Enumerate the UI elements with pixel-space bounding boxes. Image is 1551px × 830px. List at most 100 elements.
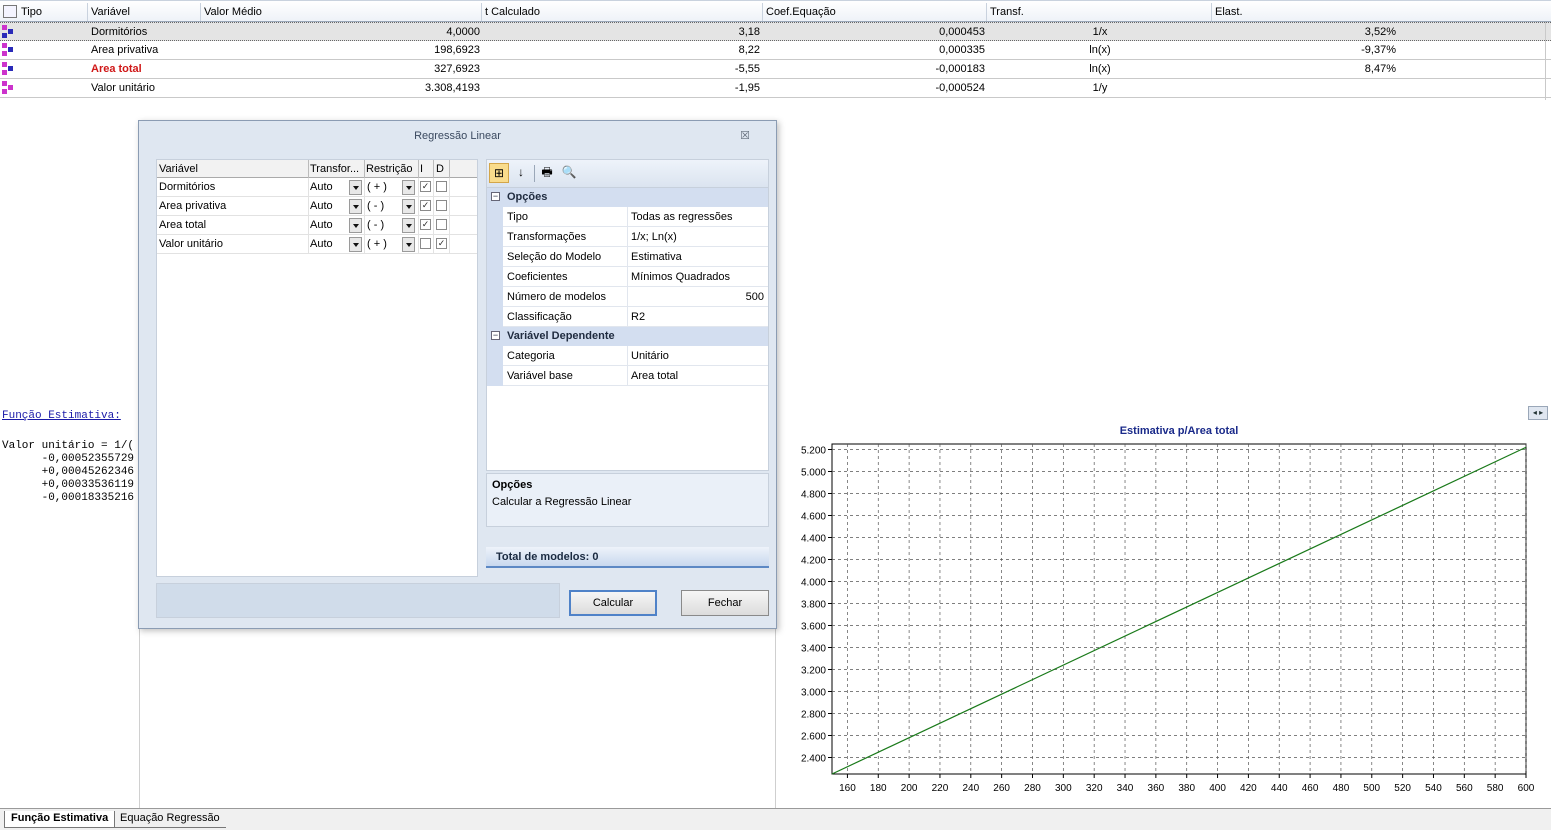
function-line: +0,00045262346	[2, 466, 135, 478]
results-grid: Tipo Variável Valor Médio t Calculado Co…	[0, 0, 1551, 100]
chevron-down-icon[interactable]	[402, 237, 415, 252]
cell-coef: -0,000524	[935, 82, 985, 94]
print-preview-icon[interactable]: 🔍	[559, 163, 579, 183]
dependent-checkbox[interactable]: ✓	[436, 238, 447, 249]
transform-select[interactable]: Auto	[310, 200, 333, 212]
y-tick-label: 2.800	[801, 710, 826, 721]
collapse-icon[interactable]: −	[491, 331, 500, 340]
variable-name: Dormitórios	[159, 181, 216, 193]
dependent-checkbox[interactable]	[436, 200, 447, 211]
function-text-pane[interactable]: Função Estimativa: Valor unitário = 1/( …	[0, 404, 140, 808]
cell-valor-medio: 3.308,4193	[424, 82, 480, 94]
category-opcoes[interactable]: − Opções	[487, 188, 768, 207]
col-t-calculado[interactable]: t Calculado	[485, 6, 540, 18]
col-valor-medio[interactable]: Valor Médio	[204, 6, 262, 18]
independent-checkbox[interactable]: ✓	[420, 181, 431, 192]
restriction-select[interactable]: ( - )	[367, 219, 384, 231]
chevron-down-icon[interactable]	[349, 237, 362, 252]
cell-valor-medio: 198,6923	[434, 44, 480, 56]
property-value[interactable]: Estimativa	[631, 251, 682, 263]
y-tick-label: 5.000	[801, 468, 826, 479]
variable-row[interactable]: Dormitórios Auto ( + ) ✓	[157, 178, 477, 197]
chevron-down-icon[interactable]	[402, 180, 415, 195]
variable-row[interactable]: Valor unitário Auto ( + ) ✓	[157, 235, 477, 254]
property-value[interactable]: R2	[631, 311, 645, 323]
categorized-view-icon[interactable]: ⊞	[489, 163, 509, 183]
property-name: Coeficientes	[507, 271, 568, 283]
property-row[interactable]: Categoria Unitário	[487, 346, 768, 366]
col-variavel[interactable]: Variável	[91, 6, 130, 18]
variable-row[interactable]: Area total Auto ( - ) ✓	[157, 216, 477, 235]
cell-valor-medio: 4,0000	[446, 26, 480, 38]
dialog-title: Regressão Linear	[414, 130, 501, 142]
chevron-down-icon[interactable]	[349, 218, 362, 233]
transform-select[interactable]: Auto	[310, 219, 333, 231]
chevron-down-icon[interactable]	[349, 180, 362, 195]
col-transf[interactable]: Transf.	[990, 6, 1024, 18]
col-restricao[interactable]: Restrição	[366, 163, 418, 175]
total-models-bar: Total de modelos: 0	[486, 547, 769, 568]
collapse-icon[interactable]: −	[491, 192, 500, 201]
property-value[interactable]: Unitário	[631, 350, 669, 362]
property-row[interactable]: Transformações 1/x; Ln(x)	[487, 227, 768, 247]
property-value[interactable]: Todas as regressões	[631, 211, 733, 223]
independent-checkbox[interactable]: ✓	[420, 219, 431, 230]
tab-equacao-regressao[interactable]: Equação Regressão	[114, 811, 226, 828]
property-row[interactable]: Coeficientes Mínimos Quadrados	[487, 267, 768, 287]
estimate-chart: Estimativa p/Area total 2.400 2.600 2.800 3.…	[790, 418, 1550, 808]
calculate-button[interactable]: Calcular	[569, 590, 657, 616]
print-icon[interactable]: 🖶	[537, 163, 557, 183]
col-i[interactable]: I	[420, 163, 423, 175]
y-tick-label: 4.800	[801, 490, 826, 501]
cell-t-calculado: 8,22	[738, 44, 760, 56]
close-button[interactable]: Fechar	[681, 590, 769, 616]
table-row[interactable]: Valor unitário 3.308,4193 -1,95 -0,00052…	[0, 79, 1551, 98]
category-variavel-dependente[interactable]: − Variável Dependente	[487, 327, 768, 346]
close-icon[interactable]: ☒	[740, 129, 750, 142]
x-tick-label: 320	[1086, 783, 1103, 794]
x-tick-label: 360	[1148, 783, 1165, 794]
property-value[interactable]: Mínimos Quadrados	[631, 271, 730, 283]
property-value[interactable]: 1/x; Ln(x)	[631, 231, 677, 243]
x-tick-label: 340	[1117, 783, 1134, 794]
property-value[interactable]: Area total	[631, 370, 678, 382]
restriction-select[interactable]: ( + )	[367, 181, 387, 193]
independent-checkbox[interactable]	[420, 238, 431, 249]
col-transformacao[interactable]: Transfor...	[310, 163, 364, 175]
y-tick-label: 3.600	[801, 622, 826, 633]
restriction-select[interactable]: ( - )	[367, 200, 384, 212]
x-tick-label: 600	[1518, 783, 1535, 794]
chevron-down-icon[interactable]	[349, 199, 362, 214]
table-row[interactable]: Dormitórios 4,0000 3,18 0,000453 1/x 3,5…	[0, 22, 1551, 41]
chevron-down-icon[interactable]	[402, 199, 415, 214]
transform-select[interactable]: Auto	[310, 181, 333, 193]
x-tick-label: 520	[1394, 783, 1411, 794]
property-value[interactable]: 500	[746, 291, 764, 303]
description-text: Calcular a Regressão Linear	[492, 496, 632, 508]
chevron-down-icon[interactable]	[402, 218, 415, 233]
property-row[interactable]: Número de modelos 500	[487, 287, 768, 307]
table-row[interactable]: Area privativa 198,6923 8,22 0,000335 ln…	[0, 41, 1551, 60]
independent-checkbox[interactable]: ✓	[420, 200, 431, 211]
col-elast[interactable]: Elast.	[1215, 6, 1243, 18]
table-row[interactable]: Area total 327,6923 -5,55 -0,000183 ln(x…	[0, 60, 1551, 79]
property-row[interactable]: Classificação R2	[487, 307, 768, 327]
col-tipo[interactable]: Tipo	[21, 6, 42, 18]
function-line: +0,00033536119	[2, 479, 135, 491]
col-coef-equacao[interactable]: Coef.Equação	[766, 6, 836, 18]
alphabetical-sort-icon[interactable]: ↓	[511, 163, 531, 183]
dependent-checkbox[interactable]	[436, 181, 447, 192]
transform-select[interactable]: Auto	[310, 238, 333, 250]
restriction-select[interactable]: ( + )	[367, 238, 387, 250]
variable-row[interactable]: Area privativa Auto ( - ) ✓	[157, 197, 477, 216]
property-row[interactable]: Seleção do Modelo Estimativa	[487, 247, 768, 267]
property-row[interactable]: Tipo Todas as regressões	[487, 207, 768, 227]
cell-t-calculado: -5,55	[734, 63, 760, 75]
independent-var-icon	[2, 62, 16, 76]
col-d[interactable]: D	[436, 163, 444, 175]
property-row[interactable]: Variável base Area total	[487, 366, 768, 386]
dependent-checkbox[interactable]	[436, 219, 447, 230]
col-variavel[interactable]: Variável	[159, 163, 307, 175]
y-tick-label: 4.000	[801, 578, 826, 589]
tab-funcao-estimativa[interactable]: Função Estimativa	[4, 811, 116, 828]
